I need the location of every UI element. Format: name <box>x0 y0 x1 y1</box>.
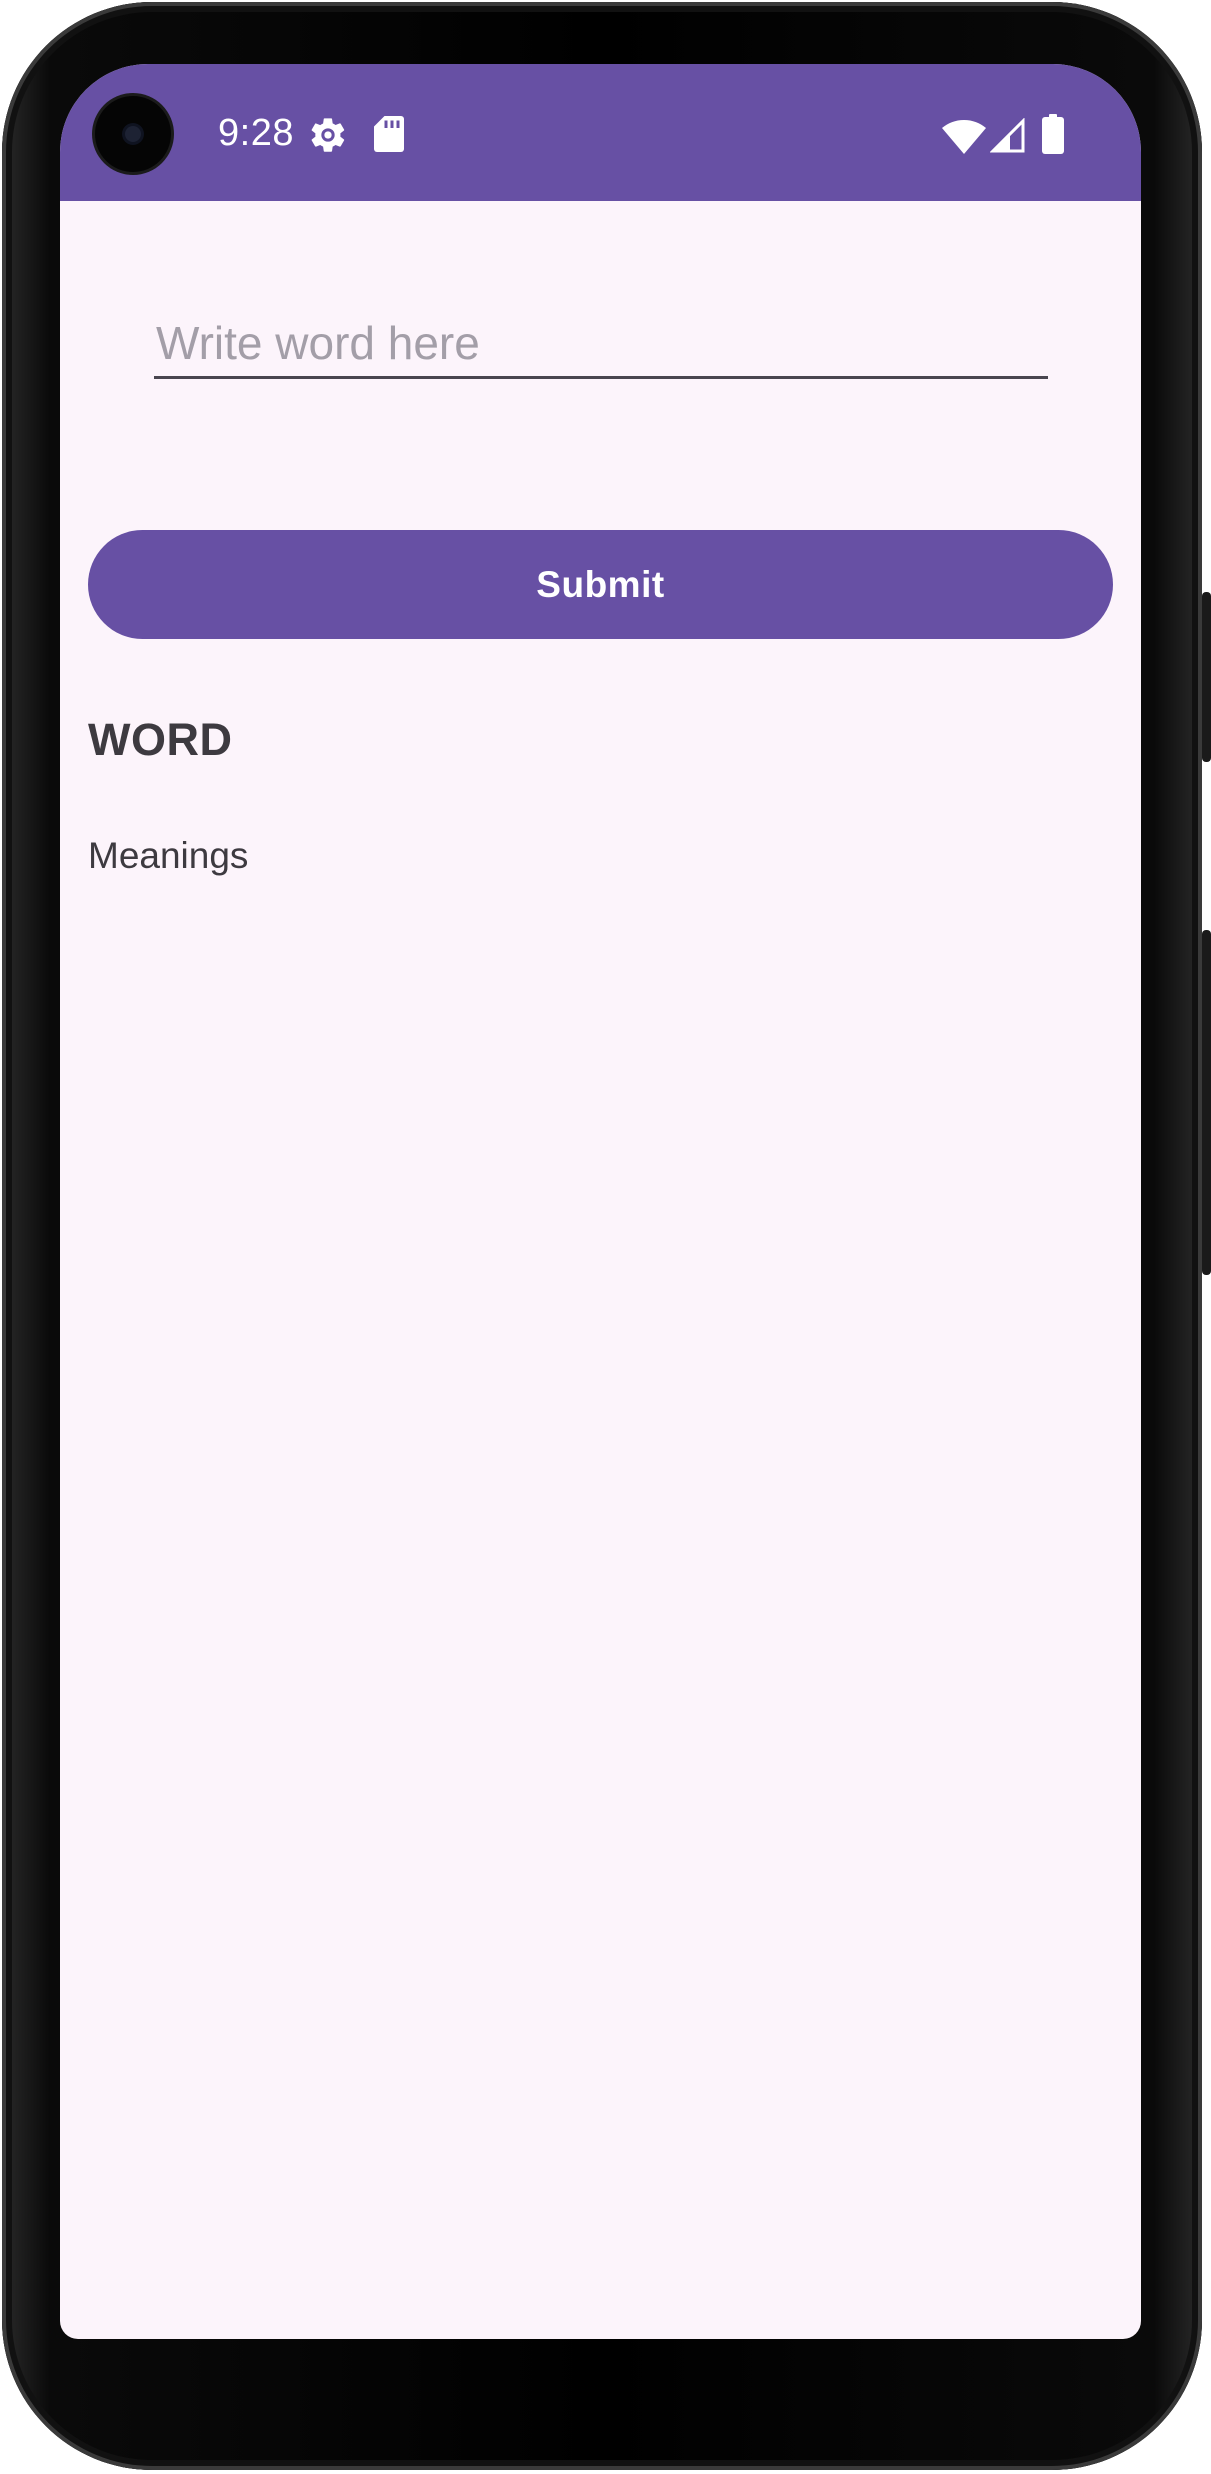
sd-card-icon <box>374 116 404 152</box>
volume-rocker <box>1202 930 1211 1275</box>
signal-icon <box>990 118 1025 153</box>
app-screen: 9:28 Submit WORD Meanings <box>60 64 1141 2339</box>
submit-button[interactable]: Submit <box>88 530 1113 639</box>
meanings-text: Meanings <box>88 835 249 876</box>
front-camera <box>95 96 171 172</box>
status-time: 9:28 <box>218 112 294 154</box>
word-title: WORD <box>88 714 233 765</box>
battery-icon <box>1042 114 1064 154</box>
status-bar: 9:28 <box>60 64 1141 201</box>
word-input[interactable] <box>154 309 1048 379</box>
gear-icon <box>311 118 345 152</box>
wifi-icon <box>942 120 986 154</box>
power-button <box>1202 592 1211 762</box>
